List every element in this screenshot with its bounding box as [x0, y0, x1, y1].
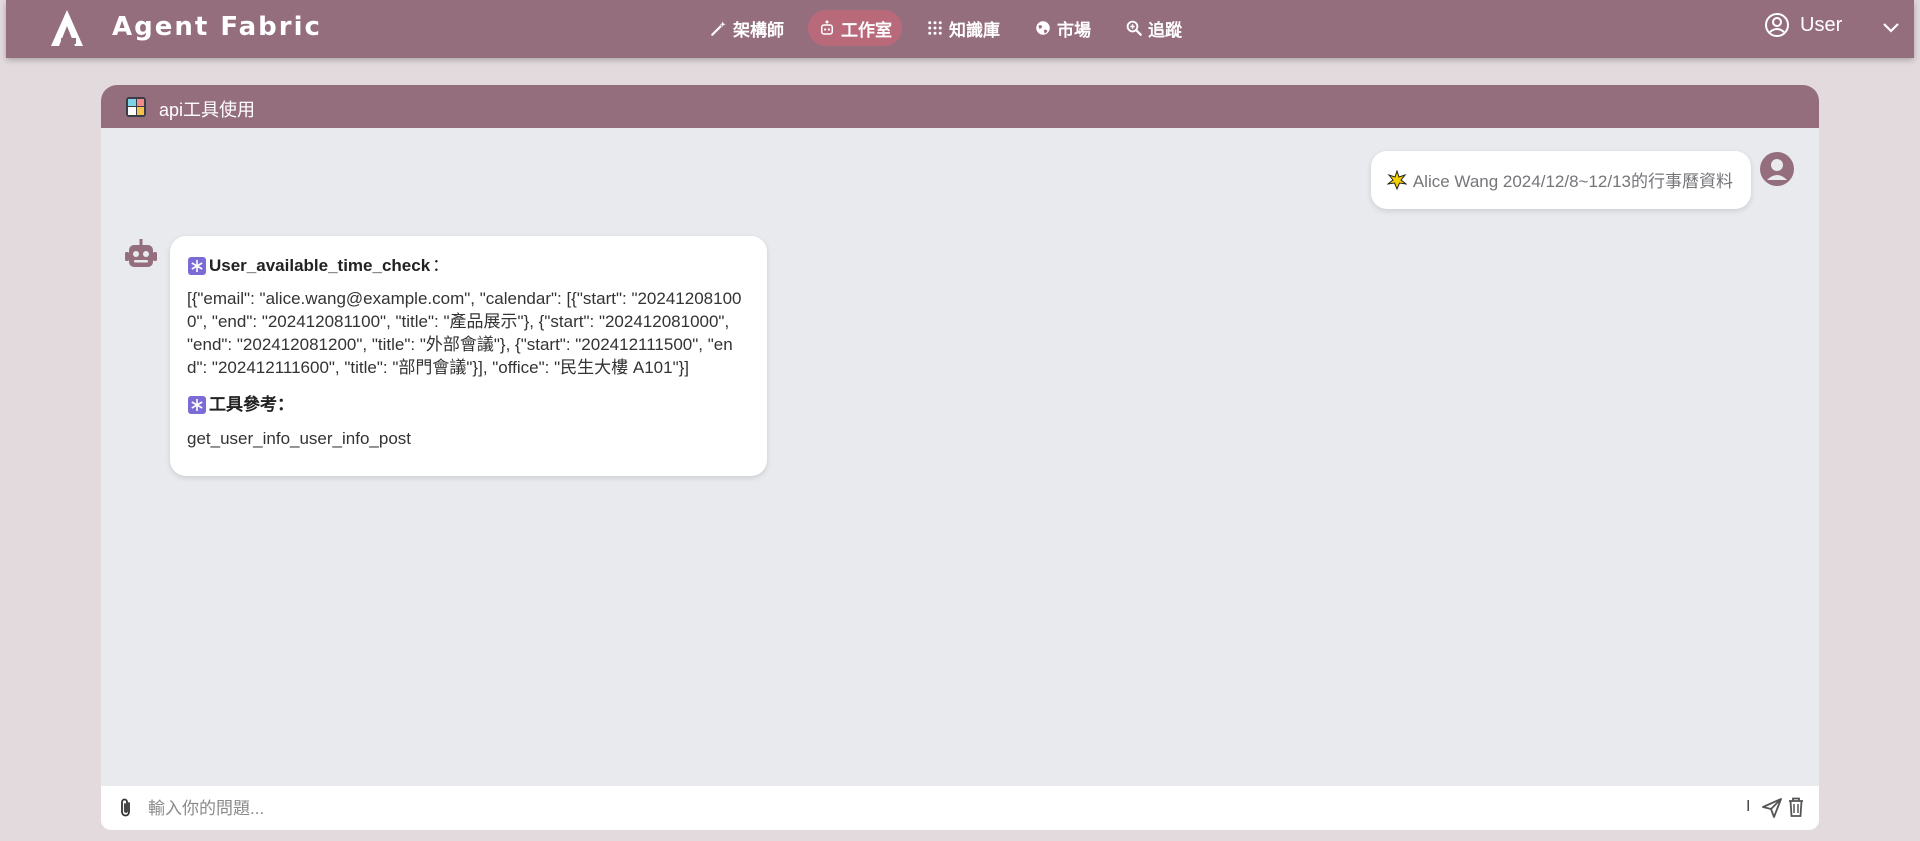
- chat-panel: api工具使用 Alice Wang 2024/12/8~12/13的行事曆資料…: [101, 85, 1819, 830]
- globe-icon: [1036, 21, 1050, 35]
- sparkle-icon: [1386, 169, 1407, 190]
- nav-tracking-label: 追蹤: [1148, 20, 1182, 41]
- snowflake-icon: [188, 256, 206, 275]
- trash-icon[interactable]: [1786, 796, 1806, 818]
- bot-reference-heading-text: 工具參考：: [209, 395, 294, 414]
- bot-json-result: [{"email": "alice.wang@example.com", "ca…: [187, 289, 742, 377]
- input-cursor-indicator: I: [1746, 798, 1751, 815]
- bot-message-bubble: User_available_time_check： [{"email": "a…: [170, 236, 767, 476]
- robot-avatar-icon: [125, 239, 157, 267]
- apps-grid-icon: [928, 21, 942, 35]
- paperclip-icon[interactable]: [115, 797, 137, 819]
- nav-studio-label: 工作室: [841, 20, 892, 41]
- user-avatar-icon: [1760, 152, 1794, 186]
- nav-studio[interactable]: 工作室: [808, 10, 902, 46]
- chat-input-bar: I: [101, 786, 1819, 830]
- bot-tool-heading-colon: ：: [432, 256, 450, 275]
- nav-knowledge-base-label: 知識庫: [949, 20, 1000, 41]
- chat-title: api工具使用: [159, 100, 256, 120]
- main-nav: 架構師 工作室 知識庫 市場 追蹤: [700, 9, 1206, 47]
- app-title[interactable]: Agent Fabric: [112, 12, 322, 42]
- top-navigation-bar: Agent Fabric 架構師 工作室 知識庫 市場 追蹤 User: [6, 0, 1914, 58]
- user-account-icon: [1765, 13, 1789, 37]
- nav-tracking[interactable]: 追蹤: [1115, 10, 1192, 46]
- user-menu[interactable]: User: [1764, 12, 1842, 38]
- agent-fabric-logo-icon[interactable]: [46, 8, 88, 48]
- user-message-text: Alice Wang 2024/12/8~12/13的行事曆資料: [1412, 172, 1733, 191]
- robot-head-icon: [821, 20, 833, 35]
- send-icon[interactable]: [1761, 797, 1783, 819]
- snowflake-icon: [188, 395, 206, 414]
- user-name: User: [1800, 13, 1843, 36]
- tool-app-icon: [126, 97, 146, 117]
- bot-tool-reference: get_user_info_user_info_post: [187, 429, 411, 448]
- nav-architect[interactable]: 架構師: [700, 10, 794, 46]
- search-zoom-icon: [1126, 20, 1142, 36]
- user-message-bubble: Alice Wang 2024/12/8~12/13的行事曆資料: [1370, 151, 1751, 209]
- chat-message-input[interactable]: [146, 791, 1670, 827]
- chat-header: api工具使用: [101, 85, 1819, 128]
- nav-architect-label: 架構師: [733, 20, 784, 41]
- nav-market[interactable]: 市場: [1024, 10, 1101, 46]
- bot-reference-heading: 工具參考：: [187, 393, 749, 416]
- chevron-down-icon[interactable]: [1880, 16, 1902, 38]
- bot-tool-heading: User_available_time_check：: [187, 254, 749, 277]
- bot-tool-heading-text: User_available_time_check: [209, 256, 431, 275]
- nav-market-label: 市場: [1057, 20, 1091, 41]
- magic-wand-icon: [711, 21, 726, 36]
- nav-knowledge-base[interactable]: 知識庫: [916, 10, 1010, 46]
